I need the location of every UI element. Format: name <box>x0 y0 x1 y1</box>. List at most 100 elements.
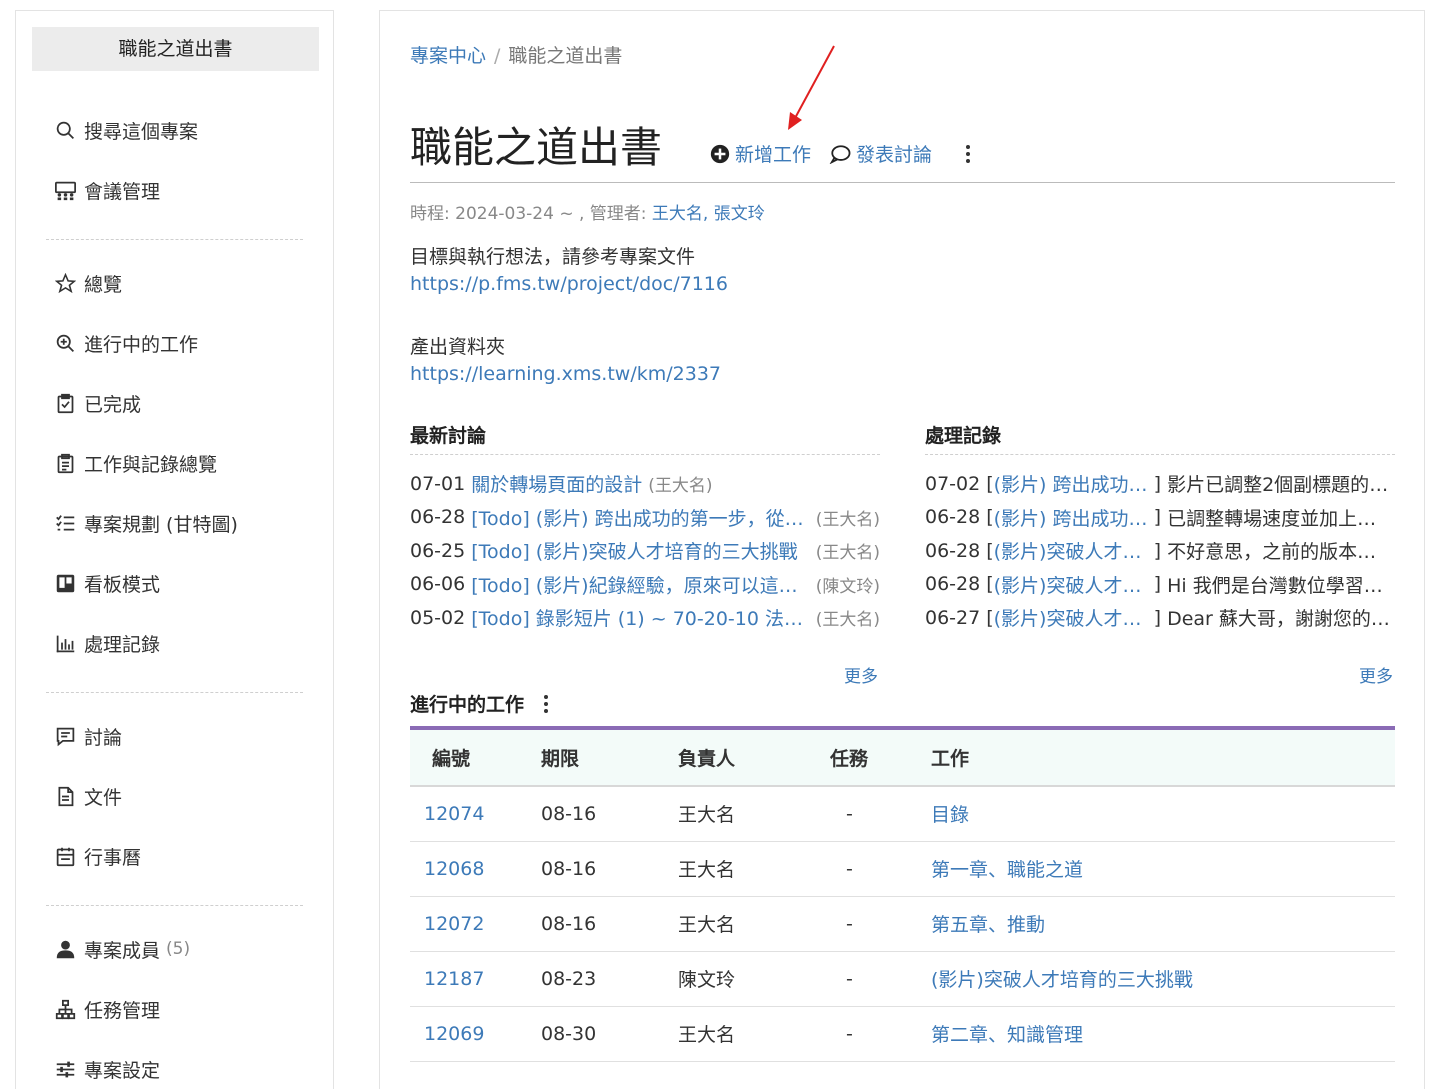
description-link[interactable]: https://p.fms.tw/project/doc/7116 <box>410 273 728 295</box>
task-id-link[interactable]: 12069 <box>424 1023 484 1045</box>
task-id-link[interactable]: 12068 <box>424 858 484 880</box>
column-header-mission[interactable]: 任務 <box>830 728 931 787</box>
list-item[interactable]: 06-28[(影片)突破人才培育的三大挑戰] 不好意思，之前的版本有誤 <box>925 534 1395 568</box>
sidebar-item-kanban[interactable]: 看板模式 <box>53 568 160 598</box>
item-author: (王大名) <box>815 509 880 530</box>
sidebar-item-work-records[interactable]: 工作與記錄總覽 <box>53 448 217 478</box>
task-due: 08-23 <box>541 951 678 1007</box>
breadcrumb-separator: / <box>494 45 501 67</box>
add-task-label: 新增工作 <box>735 144 812 166</box>
item-parent-link[interactable]: (影片) 跨出成功的第一步 <box>994 470 1154 497</box>
task-owner: 王大名 <box>678 1006 830 1062</box>
sidebar-item-documents[interactable]: 文件 <box>53 781 122 811</box>
list-item[interactable]: 06-28[(影片) 跨出成功的第一步] 已調整轉場速度並加上字幕 <box>925 501 1395 535</box>
item-date: 06-28 <box>925 573 981 596</box>
sidebar-item-in-progress[interactable]: 進行中的工作 <box>53 328 198 358</box>
task-title-link[interactable]: (影片)突破人才培育的三大挑戰 <box>931 969 1193 991</box>
task-due: 08-30 <box>541 1006 678 1062</box>
list-item[interactable]: 05-02[Todo] 錄影短片 (1) ~ 70-20-10 法則的應用(王大… <box>410 601 880 635</box>
breadcrumb-root-link[interactable]: 專案中心 <box>410 45 486 67</box>
main-panel: 專案中心 / 職能之道出書 職能之道出書 新增工作 發表討論 時程: 2024-03… <box>379 10 1425 1089</box>
list-item[interactable]: 06-28[Todo] (影片) 跨出成功的第一步，從職能盤點開始(王大名) <box>410 501 880 535</box>
sidebar: 職能之道出書 搜尋這個專案 會議管理 總覽 進行中的工作 已完成 工作與記錄總覽… <box>15 10 334 1089</box>
sidebar-item-gantt[interactable]: 專案規劃 (甘特圖) <box>53 508 238 538</box>
sidebar-item-completed[interactable]: 已完成 <box>53 388 141 418</box>
item-title-link[interactable]: 關於轉場頁面的設計 <box>471 470 642 497</box>
item-title-link[interactable]: [Todo] (影片)紀錄經驗，原來可以這麼簡單 <box>471 571 810 598</box>
annotation-arrow-icon <box>788 45 835 130</box>
item-title-link[interactable]: [Todo] (影片)突破人才培育的三大挑戰 <box>471 537 810 564</box>
sidebar-item-search[interactable]: 搜尋這個專案 <box>53 115 198 145</box>
more-options-icon[interactable] <box>966 144 971 163</box>
table-row: 12072 08-16 王大名 - 第五章、推動 <box>410 896 1395 952</box>
sidebar-item-missions[interactable]: 任務管理 <box>53 994 160 1024</box>
list-item[interactable]: 06-27[(影片)突破人才培育的三大挑戰] Dear 蘇大哥，謝謝您的回覆 <box>925 601 1395 635</box>
records-heading: 處理記錄 <box>925 421 1395 455</box>
sidebar-item-calendar[interactable]: 行事曆 <box>53 841 141 871</box>
list-item[interactable]: 07-01 關於轉場頁面的設計 (王大名) <box>410 467 880 501</box>
sidebar-item-discussion[interactable]: 討論 <box>53 721 122 751</box>
item-title-link[interactable]: [Todo] 錄影短片 (1) ~ 70-20-10 法則的應用 <box>471 604 810 631</box>
task-id-link[interactable]: 12072 <box>424 913 484 935</box>
item-text: Dear 蘇大哥，謝謝您的回覆 <box>1167 608 1395 631</box>
title-actions: 新增工作 發表討論 <box>710 140 971 167</box>
column-header-due[interactable]: 期限 <box>541 728 678 787</box>
description-link[interactable]: https://learning.xms.tw/km/2337 <box>410 363 721 385</box>
schedule-label: 時程: 2024-03-24 ~ , 管理者: <box>410 204 647 224</box>
sidebar-item-members[interactable]: 專案成員 (5) <box>53 934 190 964</box>
sidebar-divider <box>46 905 303 906</box>
sidebar-item-label: 討論 <box>84 726 123 749</box>
list-item[interactable]: 07-02[(影片) 跨出成功的第一步] 影片已調整2個副標題的呈現方式 <box>925 467 1395 501</box>
task-id-link[interactable]: 12187 <box>424 968 484 990</box>
bar-chart-icon <box>53 631 77 655</box>
add-task-button[interactable]: 新增工作 <box>710 140 811 167</box>
item-parent-link[interactable]: (影片) 跨出成功的第一步 <box>994 504 1154 531</box>
org-chart-icon <box>53 997 77 1021</box>
item-text: 影片已調整2個副標題的呈現方式 <box>1167 474 1395 497</box>
task-title-link[interactable]: 第二章、知識管理 <box>931 1024 1083 1046</box>
sidebar-divider <box>46 239 303 240</box>
column-header-owner[interactable]: 負責人 <box>678 728 830 787</box>
item-parent-link[interactable]: (影片)突破人才培育的三大挑戰 <box>994 537 1154 564</box>
task-title-link[interactable]: 第五章、推動 <box>931 914 1045 936</box>
active-tasks-table: 編號 期限 負責人 任務 工作 12074 08-16 王大名 - 目錄 120… <box>410 726 1395 1062</box>
item-parent-link[interactable]: (影片)突破人才培育的三大挑戰 <box>994 604 1154 631</box>
item-text: 不好意思，之前的版本有誤 <box>1167 541 1395 564</box>
sidebar-item-meetings[interactable]: 會議管理 <box>53 175 160 205</box>
kanban-icon <box>53 571 77 595</box>
list-item[interactable]: 06-25 [Todo] (影片)突破人才培育的三大挑戰 (王大名) <box>410 534 880 568</box>
post-discussion-button[interactable]: 發表討論 <box>829 140 932 167</box>
task-title-link[interactable]: 第一章、職能之道 <box>931 859 1083 881</box>
sidebar-item-overview[interactable]: 總覽 <box>53 268 122 298</box>
records-more-link[interactable]: 更多 <box>1359 662 1393 687</box>
column-header-id[interactable]: 編號 <box>410 728 541 787</box>
item-text: Hi 我們是台灣數位學習團隊 <box>1167 574 1395 597</box>
sidebar-item-label: 工作與記錄總覽 <box>84 453 218 476</box>
task-due: 08-16 <box>541 786 678 842</box>
sidebar-item-records[interactable]: 處理記錄 <box>53 628 160 658</box>
sidebar-item-label: 進行中的工作 <box>84 333 199 356</box>
managers-link[interactable]: 王大名, 張文玲 <box>652 204 765 224</box>
list-item[interactable]: 06-06 [Todo] (影片)紀錄經驗，原來可以這麼簡單 (陳文玲) <box>410 568 880 602</box>
task-title-link[interactable]: 目錄 <box>931 804 969 826</box>
sliders-icon <box>53 1057 77 1081</box>
breadcrumb-current: 職能之道出書 <box>508 45 623 67</box>
item-parent-link[interactable]: (影片)突破人才培育的三大挑戰 <box>994 571 1154 598</box>
search-icon <box>53 118 77 142</box>
column-header-task[interactable]: 工作 <box>931 728 1395 787</box>
sidebar-project-title[interactable]: 職能之道出書 <box>32 27 319 71</box>
task-owner: 王大名 <box>678 896 830 952</box>
sidebar-item-label: 看板模式 <box>84 573 161 596</box>
item-title-link[interactable]: [Todo] (影片) 跨出成功的第一步，從職能盤點開始 <box>471 504 810 531</box>
star-icon <box>53 271 77 295</box>
discussions-more-link[interactable]: 更多 <box>844 662 878 687</box>
task-owner: 王大名 <box>678 786 830 842</box>
more-options-icon[interactable] <box>544 694 549 713</box>
document-icon <box>53 784 77 808</box>
item-date: 06-25 <box>410 539 466 562</box>
sidebar-item-settings[interactable]: 專案設定 <box>53 1054 160 1084</box>
task-id-link[interactable]: 12074 <box>424 803 484 825</box>
item-date: 06-27 <box>925 606 981 629</box>
sidebar-item-label: 專案規劃 (甘特圖) <box>84 513 238 536</box>
list-item[interactable]: 06-28[(影片)突破人才培育的三大挑戰] Hi 我們是台灣數位學習團隊 <box>925 568 1395 602</box>
